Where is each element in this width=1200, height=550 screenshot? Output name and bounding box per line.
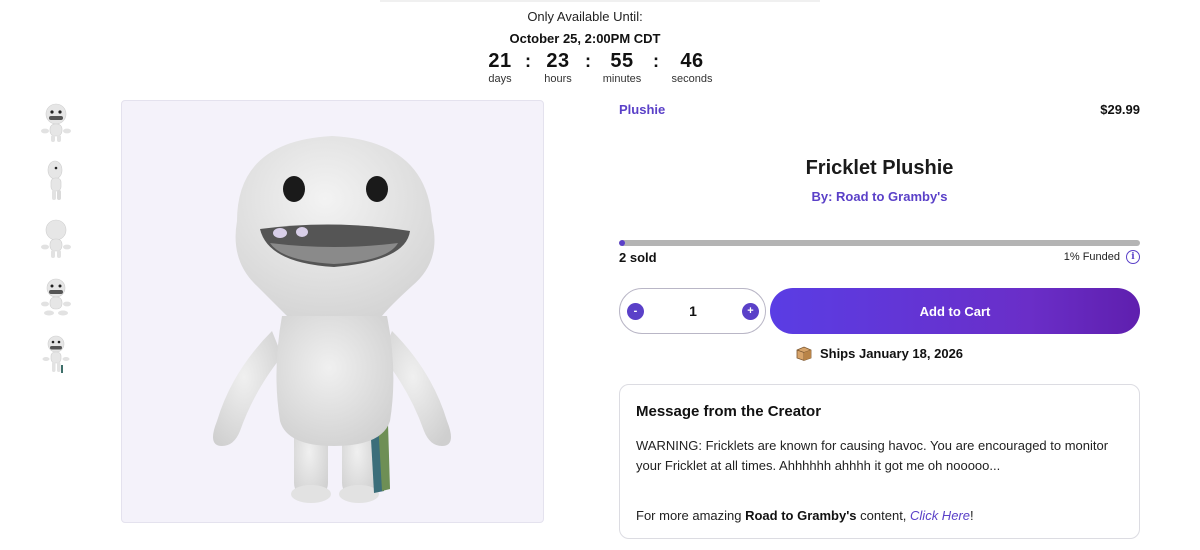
plushie-sitting-icon: [41, 278, 71, 316]
countdown-seconds-label: seconds: [671, 73, 713, 85]
countdown-separator: :: [653, 51, 659, 71]
plushie-side-icon: [47, 160, 63, 200]
thumbnail-back[interactable]: [34, 216, 78, 262]
countdown-hours: 23 hours: [540, 50, 576, 86]
info-icon[interactable]: i: [1126, 250, 1140, 264]
shipping-info: Ships January 18, 2026: [619, 346, 1140, 361]
product-title: Fricklet Plushie: [805, 157, 954, 179]
funding-progress-fill: [619, 240, 626, 246]
sold-count: 2 sold: [619, 250, 657, 265]
thumbnail-list: [34, 100, 78, 390]
click-here-link[interactable]: Click Here: [910, 508, 970, 523]
countdown-days-label: days: [488, 73, 512, 85]
package-box-icon: [796, 346, 812, 361]
increase-quantity-button[interactable]: +: [742, 302, 759, 320]
ship-date: Ships January 18, 2026: [819, 346, 964, 361]
quantity-input[interactable]: [663, 303, 723, 319]
availability-date: October 25, 2:00PM CDT: [509, 31, 661, 46]
creator-message-title: Message from the Creator: [636, 403, 822, 420]
availability-label: Only Available Until:: [527, 9, 643, 24]
footer-brand: Road to Gramby's: [745, 508, 857, 523]
countdown-seconds-value: 46: [680, 50, 704, 72]
countdown-header: Only Available Until: October 25, 2:00PM…: [0, 9, 1170, 47]
countdown-separator: :: [525, 51, 531, 71]
countdown-minutes: 55 minutes: [600, 50, 644, 86]
thumbnail-standing[interactable]: [34, 332, 78, 378]
plushie-back-icon: [41, 219, 71, 258]
creator-message-body: WARNING: Fricklets are known for causing…: [636, 438, 1109, 473]
add-to-cart-button[interactable]: Add to Cart: [770, 288, 1140, 334]
countdown-days-value: 21: [488, 50, 512, 72]
countdown-minutes-value: 55: [610, 50, 634, 72]
countdown-seconds: 46 seconds: [668, 50, 716, 86]
category-link[interactable]: Plushie: [619, 102, 665, 117]
creator-link[interactable]: By: Road to Gramby's: [619, 189, 1140, 204]
creator-message-footer: For more amazing Road to Gramby's conten…: [636, 508, 974, 523]
decrease-quantity-button[interactable]: -: [627, 302, 644, 320]
quantity-stepper: - +: [619, 288, 766, 334]
funded-status: 1% Funded i: [1064, 250, 1140, 264]
footer-prefix: For more amazing: [636, 508, 746, 523]
product-main-image[interactable]: [121, 100, 544, 523]
countdown-separator: :: [585, 51, 591, 71]
creator-message-card: Message from the Creator WARNING: Frickl…: [619, 384, 1140, 539]
countdown-hours-value: 23: [546, 50, 570, 72]
countdown-timer: 21 days : 23 hours : 55 minutes : 46 sec…: [484, 50, 716, 86]
thumbnail-front[interactable]: [34, 100, 78, 146]
countdown-minutes-label: minutes: [602, 73, 642, 85]
funded-text: 1% Funded: [1063, 251, 1120, 263]
product-price: $29.99: [1100, 102, 1140, 117]
thumbnail-side[interactable]: [34, 158, 78, 204]
footer-suffix: !: [970, 508, 974, 523]
top-divider: [380, 0, 820, 2]
countdown-days: 21 days: [484, 50, 516, 86]
funding-progress-bar: [619, 240, 1140, 246]
thumbnail-front-sitting[interactable]: [34, 274, 78, 320]
footer-middle: content,: [856, 508, 911, 523]
plushie-standing-icon: [42, 335, 70, 373]
fricklet-plushie-image: [213, 136, 451, 503]
plushie-front-icon: [41, 103, 71, 142]
countdown-hours-label: hours: [544, 73, 572, 85]
